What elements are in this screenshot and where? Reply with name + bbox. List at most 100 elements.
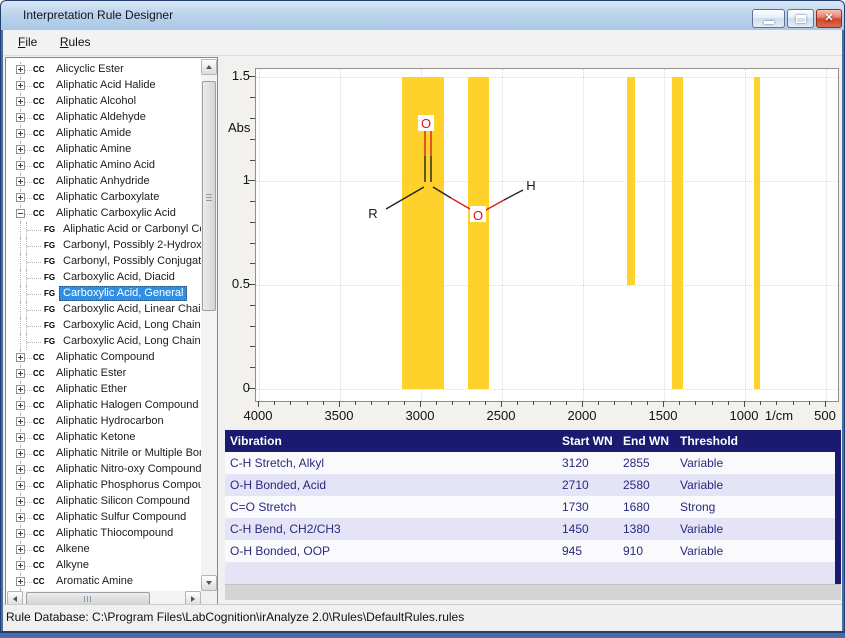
tree-item[interactable]: FGCarboxylic Acid, General — [7, 286, 201, 302]
tree-item[interactable]: CCAliphatic Acid Halide — [7, 78, 201, 94]
hydroxyl-oxygen-label: O — [473, 208, 483, 223]
title-bar[interactable]: Interpretation Rule Designer ✕ — [0, 0, 845, 30]
expand-toggle-icon[interactable] — [16, 177, 25, 186]
tree-item[interactable]: CCAliphatic Ester — [7, 366, 201, 382]
cc-icon: CC — [33, 78, 45, 94]
tree-item[interactable]: CCAliphatic Amino Acid — [7, 158, 201, 174]
expand-toggle-icon[interactable] — [16, 561, 25, 570]
tree-item[interactable]: CCAlkyne — [7, 558, 201, 574]
expand-toggle-icon[interactable] — [16, 161, 25, 170]
tree-item-label: Carbonyl, Possibly Conjugate — [60, 255, 201, 268]
expand-toggle-icon[interactable] — [16, 433, 25, 442]
expand-toggle-icon[interactable] — [16, 417, 25, 426]
tree-item[interactable]: CCAliphatic Carboxylate — [7, 190, 201, 206]
tree-item[interactable]: CCAliphatic Alcohol — [7, 94, 201, 110]
expand-toggle-icon[interactable] — [16, 465, 25, 474]
tree-item[interactable]: CCAliphatic Ether — [7, 382, 201, 398]
x-axis-tick — [339, 401, 340, 407]
cc-icon: CC — [33, 94, 45, 110]
tree-item[interactable]: CCAliphatic Compound — [7, 350, 201, 366]
expand-toggle-icon[interactable] — [16, 193, 25, 202]
x-axis-tick-label: 500 — [803, 408, 845, 423]
scroll-up-button[interactable] — [201, 59, 217, 75]
tree-item[interactable]: CCAromatic Amine — [7, 574, 201, 590]
x-axis-tick-label: 1500 — [641, 408, 685, 423]
x-axis-minor-tick — [533, 401, 534, 405]
arrow-up-icon — [206, 62, 212, 69]
y-axis-minor-tick — [250, 160, 255, 161]
expand-toggle-icon[interactable] — [16, 545, 25, 554]
menu-file[interactable]: File — [9, 30, 46, 49]
tree-item[interactable]: FGCarboxylic Acid, Linear Chain — [7, 302, 201, 318]
tree-item[interactable]: CCAliphatic Phosphorus Compound — [7, 478, 201, 494]
table-row[interactable]: O-H Bonded, Acid27102580Variable — [225, 474, 835, 496]
scroll-down-button[interactable] — [201, 575, 217, 591]
tree-item[interactable]: CCAliphatic Nitro-oxy Compound — [7, 462, 201, 478]
x-axis-minor-tick — [307, 401, 308, 405]
maximize-button[interactable] — [787, 9, 814, 28]
r-group-label: R — [368, 206, 377, 221]
table-row[interactable]: C=O Stretch17301680Strong — [225, 496, 835, 518]
tree-item[interactable]: FGCarboxylic Acid, Diacid — [7, 270, 201, 286]
expand-toggle-icon[interactable] — [16, 97, 25, 106]
table-row[interactable]: O-H Bonded, OOP945910Variable — [225, 540, 835, 562]
tree-item[interactable]: CCAliphatic Silicon Compound — [7, 494, 201, 510]
expand-toggle-icon[interactable] — [16, 129, 25, 138]
expand-toggle-icon[interactable] — [16, 401, 25, 410]
tree-item[interactable]: CCAliphatic Anhydride — [7, 174, 201, 190]
x-axis-minor-tick — [290, 401, 291, 405]
tree-item[interactable]: CCAliphatic Sulfur Compound — [7, 510, 201, 526]
expand-toggle-icon[interactable] — [16, 529, 25, 538]
tree-connector — [20, 286, 21, 302]
tree-item[interactable]: CCAliphatic Aldehyde — [7, 110, 201, 126]
hydrogen-label: H — [526, 178, 535, 193]
tree-item[interactable]: CCAliphatic Thiocompound — [7, 526, 201, 542]
close-button[interactable]: ✕ — [816, 9, 842, 28]
table-row[interactable]: C-H Stretch, Alkyl31202855Variable — [225, 452, 835, 474]
tree-item-label: Aliphatic Hydrocarbon — [53, 415, 167, 428]
plot-area: O R O H — [255, 68, 839, 402]
tree-item[interactable]: CCAlkene — [7, 542, 201, 558]
tree-item[interactable]: CCAliphatic Hydrocarbon — [7, 414, 201, 430]
tree-item[interactable]: FGCarboxylic Acid, Long Chain — [7, 318, 201, 334]
expand-toggle-icon[interactable] — [16, 353, 25, 362]
tree-item[interactable]: CCAlicyclic Ester — [7, 62, 201, 78]
expand-toggle-icon[interactable] — [16, 113, 25, 122]
expand-toggle-icon[interactable] — [16, 65, 25, 74]
collapse-toggle-icon[interactable] — [16, 209, 25, 218]
table-row[interactable]: C-H Bend, CH2/CH314501380Variable — [225, 518, 835, 540]
tree-item[interactable]: FGAliphatic Acid or Carbonyl Co — [7, 222, 201, 238]
vertical-scroll-thumb[interactable] — [202, 81, 216, 311]
expand-toggle-icon[interactable] — [16, 81, 25, 90]
expand-toggle-icon[interactable] — [16, 577, 25, 586]
expand-toggle-icon[interactable] — [16, 497, 25, 506]
minimize-button[interactable] — [752, 9, 785, 28]
tree-item-label: Aliphatic Ester — [53, 367, 129, 380]
expand-toggle-icon[interactable] — [16, 145, 25, 154]
expand-toggle-icon[interactable] — [16, 513, 25, 522]
expand-toggle-icon[interactable] — [16, 481, 25, 490]
tree-vertical-scrollbar[interactable] — [201, 59, 217, 591]
tree-item[interactable]: FGCarboxylic Acid, Long Chain — [7, 334, 201, 350]
tree-item[interactable]: CCAliphatic Amide — [7, 126, 201, 142]
cc-icon: CC — [33, 558, 45, 574]
tree-item[interactable]: CCAliphatic Carboxylic Acid — [7, 206, 201, 222]
cc-icon: CC — [33, 430, 45, 446]
grid-line — [745, 69, 746, 401]
close-icon: ✕ — [824, 13, 833, 24]
vibration-table: Vibration Start WN End WN Threshold C-H … — [225, 430, 841, 584]
tree-item[interactable]: CCAliphatic Halogen Compound — [7, 398, 201, 414]
tree-item[interactable]: CCAliphatic Nitrile or Multiple Bonded — [7, 446, 201, 462]
tree-item[interactable]: FGCarbonyl, Possibly 2-Hydroxy — [7, 238, 201, 254]
cell-end-wn: 2580 — [623, 474, 650, 496]
tree-item[interactable]: FGCarbonyl, Possibly Conjugate — [7, 254, 201, 270]
expand-toggle-icon[interactable] — [16, 369, 25, 378]
y-axis-minor-tick — [250, 367, 255, 368]
tree-item[interactable]: CCAliphatic Ketone — [7, 430, 201, 446]
expand-toggle-icon[interactable] — [16, 385, 25, 394]
tree-connector — [20, 270, 21, 286]
table-horizontal-scrollbar[interactable] — [225, 584, 841, 600]
menu-rules[interactable]: Rules — [51, 30, 100, 49]
tree-item[interactable]: CCAliphatic Amine — [7, 142, 201, 158]
expand-toggle-icon[interactable] — [16, 449, 25, 458]
